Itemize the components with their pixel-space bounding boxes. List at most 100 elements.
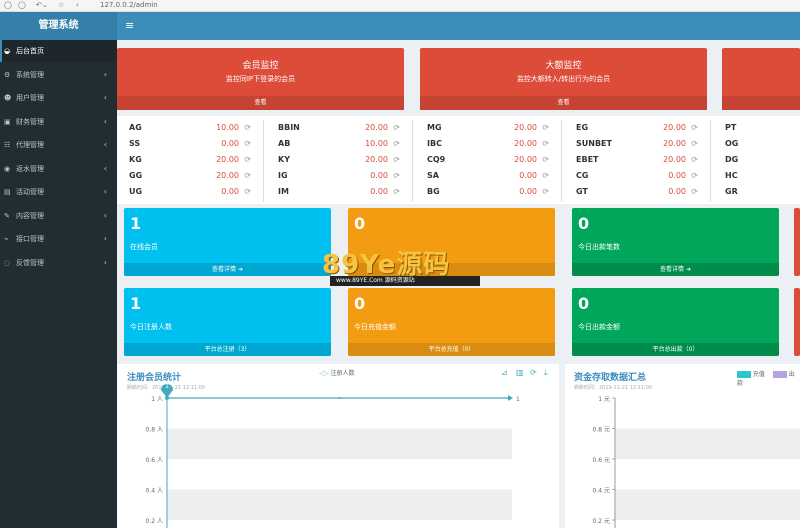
refresh-icon[interactable]: ⟳ xyxy=(393,152,400,168)
eye-icon: ◉ xyxy=(4,164,11,173)
balance-row: SUNBET 20.00 ⟳ xyxy=(576,136,710,152)
sidebar-item-label: 系统管理 xyxy=(16,70,44,79)
funds-bar-chart: 1 元 0.8 元 0.6 元 0.4 元 0.2 元 xyxy=(593,396,800,528)
platform-name: AG xyxy=(129,123,142,132)
platform-name: SA xyxy=(427,171,439,180)
balance-row: UG 0.00 ⟳ xyxy=(129,184,263,200)
platform-balance: 20.00 xyxy=(216,155,239,164)
platform-name: HC xyxy=(725,171,738,180)
platform-balance: 20.00 xyxy=(514,139,537,148)
balance-column: EG 20.00 ⟳ SUNBET 20.00 ⟳ EBET 20.00 ⟳ CG 0.00 ⟳ GT 0… xyxy=(576,120,711,202)
sidebar-item[interactable]: ◌ 反馈管理 ‹ xyxy=(0,252,117,274)
sidebar-item-label: 活动管理 xyxy=(16,188,44,196)
grid-band xyxy=(615,428,800,459)
platform-balance: 0.00 xyxy=(370,171,388,180)
platform-name: KG xyxy=(129,155,142,164)
refresh-icon[interactable]: ⟳ xyxy=(542,152,549,168)
reload-icon[interactable]: ◯ xyxy=(18,0,26,11)
sidebar-item[interactable]: ▣ 财务管理 ‹ xyxy=(0,111,117,133)
refresh-icon[interactable]: ⟳ xyxy=(542,168,549,184)
platform-balance: 0.00 xyxy=(370,187,388,196)
stat-value: 0 xyxy=(354,294,366,313)
balance-row: BG 0.00 ⟳ xyxy=(427,184,561,200)
address-bar[interactable]: 127.0.0.2/admin xyxy=(100,0,158,11)
platform-balance: 0.00 xyxy=(221,187,239,196)
line-end-arrow xyxy=(508,395,513,401)
star-icon[interactable]: ☆ xyxy=(58,0,64,11)
stat-footer-link[interactable]: 查看详情 ➔ xyxy=(124,263,331,276)
platform-balance: 20.00 xyxy=(365,155,388,164)
alert-large-monitor: 大额监控 监控大额转入/转出行为的会员 查看 xyxy=(420,48,707,110)
sidebar-item[interactable]: ◒ 后台首页 xyxy=(0,40,117,62)
refresh-icon[interactable]: ⟳ xyxy=(393,184,400,200)
y-tick-label: 0.2 人 xyxy=(146,518,163,525)
sidebar-item[interactable]: ✎ 内容管理 ‹ xyxy=(0,205,117,227)
platform-name: UG xyxy=(129,187,143,196)
refresh-icon[interactable]: ⟳ xyxy=(691,152,698,168)
platform-name: PT xyxy=(725,123,737,132)
platform-balance: 0.00 xyxy=(519,171,537,180)
platform-name: EBET xyxy=(576,155,599,164)
stat-label: 今日充值金额 xyxy=(354,323,396,331)
platform-name: GG xyxy=(129,171,143,180)
stat-box-partial xyxy=(794,208,800,276)
alert-third xyxy=(722,48,800,110)
y-tick-label: 0.2 元 xyxy=(593,518,610,525)
refresh-icon[interactable]: ⟳ xyxy=(542,136,549,152)
sidebar-item-label: 代理管理 xyxy=(16,141,44,149)
chevron-left-icon: ‹ xyxy=(103,234,107,243)
registrations-line-chart: 1 人 0.8 人 0.6 人 0.4 人 0.2 人 1 1 xyxy=(146,383,520,528)
sidebar: 管理系统 ◒ 后台首页 ⚙ 系统管理 ‹ ☻ 用户管理 ‹ ▣ 财务管理 ‹ ☷ 代理管理 ‹ ◉ 返水管理 ‹… xyxy=(0,12,117,528)
stat-box: 0 今日充值金额平台总充值（0） xyxy=(348,288,555,356)
refresh-icon[interactable]: ⟳ xyxy=(691,120,698,136)
stat-footer-link[interactable]: 查看详情 ➔ xyxy=(572,263,779,276)
balance-row: BBIN 20.00 ⟳ xyxy=(278,120,412,136)
refresh-icon[interactable]: ⟳ xyxy=(542,184,549,200)
sidebar-item[interactable]: ◉ 返水管理 ‹ xyxy=(0,158,117,180)
menu-toggle-icon[interactable]: ≡ xyxy=(125,12,134,40)
platform-name: IBC xyxy=(427,139,442,148)
y-tick-label: 1 元 xyxy=(598,396,610,403)
stat-footer-link[interactable]: 平台总出款（0） xyxy=(572,343,779,356)
chevron-left-icon: ‹ xyxy=(103,257,107,267)
y-tick-label: 0.6 人 xyxy=(146,457,163,464)
undo-icon[interactable]: ↶⌄ xyxy=(36,0,48,11)
refresh-icon[interactable]: ⟳ xyxy=(691,136,698,152)
refresh-icon[interactable]: ⟳ xyxy=(244,168,251,184)
refresh-icon[interactable]: ⟳ xyxy=(244,136,251,152)
alert-view-link[interactable] xyxy=(722,96,800,110)
refresh-icon[interactable]: ⟳ xyxy=(244,152,251,168)
balance-row: CQ9 20.00 ⟳ xyxy=(427,152,561,168)
refresh-icon[interactable]: ⟳ xyxy=(542,120,549,136)
chevron-left-icon: ‹ xyxy=(103,210,107,220)
sidebar-item[interactable]: ☻ 用户管理 ‹ xyxy=(0,87,117,109)
refresh-icon[interactable]: ⟳ xyxy=(691,184,698,200)
refresh-icon[interactable]: ⟳ xyxy=(244,120,251,136)
refresh-icon[interactable]: ⟳ xyxy=(393,120,400,136)
alert-view-link[interactable]: 查看 xyxy=(117,96,404,110)
balance-row: AG 10.00 ⟳ xyxy=(129,120,263,136)
refresh-icon[interactable]: ⟳ xyxy=(244,184,251,200)
balance-row: GR xyxy=(725,184,800,200)
refresh-icon[interactable]: ⟳ xyxy=(393,136,400,152)
refresh-icon[interactable]: ⟳ xyxy=(393,168,400,184)
stat-footer-link[interactable]: 平台总充值（0） xyxy=(348,343,555,356)
refresh-icon[interactable]: ⟳ xyxy=(691,168,698,184)
sidebar-item[interactable]: ⌁ 接口管理 ‹ xyxy=(0,228,117,250)
sidebar-item[interactable]: ⚙ 系统管理 ‹ xyxy=(0,64,117,86)
platform-balance: 0.00 xyxy=(668,187,686,196)
stat-footer-link[interactable]: 平台总注册（3） xyxy=(124,343,331,356)
chevron-left-icon[interactable]: ‹ xyxy=(76,0,79,11)
sidebar-item[interactable]: ▤ 活动管理 ‹ xyxy=(0,181,117,203)
platform-balances: AG 10.00 ⟳ SS 0.00 ⟳ KG 20.00 ⟳ GG 20.00 ⟳ UG 0.00 ⟳ BB… xyxy=(117,116,800,204)
balance-row: GT 0.00 ⟳ xyxy=(576,184,710,200)
back-icon[interactable]: ◯ xyxy=(4,0,12,11)
sidebar-item[interactable]: ☷ 代理管理 ‹ xyxy=(0,134,117,156)
grid-band xyxy=(167,428,512,459)
platform-name: IM xyxy=(278,187,289,196)
alert-view-link[interactable]: 查看 xyxy=(420,96,707,110)
platform-name: CQ9 xyxy=(427,155,446,164)
chart-panel-funds: 资金存取数据汇总 刷新时间：2019-11-21 12:11:00 充值 出款 … xyxy=(565,364,800,528)
balance-row: SA 0.00 ⟳ xyxy=(427,168,561,184)
data-point xyxy=(338,397,341,399)
